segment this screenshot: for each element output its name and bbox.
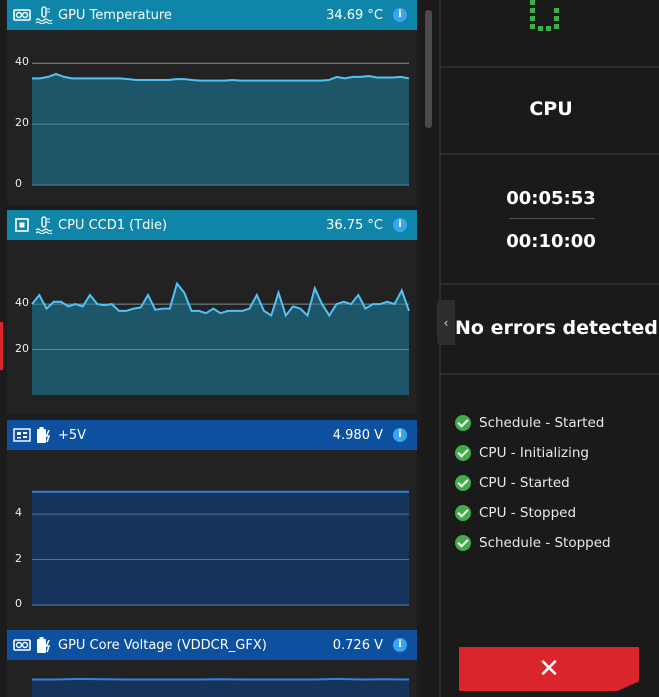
sensor-label: +5V [58, 427, 87, 443]
gpu-icon [13, 9, 31, 21]
time-divider [509, 218, 595, 219]
check-circle-icon [455, 535, 471, 551]
log-text: CPU - Initializing [479, 445, 589, 461]
sensor-header[interactable]: GPU Core Voltage (VDDCR_GFX) 0.726 V i [7, 630, 417, 660]
log-text: Schedule - Stopped [479, 535, 611, 551]
thermometer-icon [35, 216, 53, 234]
sensor-chart: 40 20 0 [7, 30, 417, 205]
series-area [32, 283, 409, 395]
status-panel: CPU 00:05:53 00:10:00 [439, 0, 659, 697]
y-tick-label: 40 [15, 55, 29, 69]
y-tick-label: 2 [15, 551, 22, 565]
info-icon[interactable]: i [393, 428, 407, 442]
battery-bolt-icon [37, 637, 51, 653]
line-chart [32, 490, 409, 606]
check-circle-icon [455, 445, 471, 461]
info-icon[interactable]: i [393, 638, 407, 652]
y-tick-label: 40 [15, 296, 29, 310]
sensor-panel[interactable]: GPU Temperature 34.69 °C i 40 20 0 [7, 0, 417, 205]
sensor-value: 4.980 V [332, 427, 383, 443]
log-entry: CPU - Initializing [455, 438, 611, 468]
line-chart [32, 62, 410, 186]
sensor-value: 34.69 °C [326, 7, 383, 23]
sensor-value: 36.75 °C [326, 217, 383, 233]
sensor-label: GPU Core Voltage (VDDCR_GFX) [58, 637, 267, 653]
series-area [32, 491, 409, 605]
series-area [32, 678, 409, 697]
check-circle-icon [455, 415, 471, 431]
log-entry: CPU - Started [455, 468, 611, 498]
sensor-label: GPU Temperature [58, 7, 172, 23]
log-entry: CPU - Stopped [455, 498, 611, 528]
info-icon[interactable]: i [393, 8, 407, 22]
sensor-header[interactable]: CPU CCD1 (Tdie) 36.75 °C i [7, 210, 417, 240]
line-chart [32, 677, 410, 697]
sensor-list[interactable]: GPU Temperature 34.69 °C i 40 20 0 CPU CCD1 (T… [0, 0, 425, 697]
close-icon: ✕ [538, 654, 560, 684]
stop-button[interactable]: ✕ [459, 647, 639, 691]
sensor-header[interactable]: GPU Temperature 34.69 °C i [7, 0, 417, 30]
y-tick-label: 20 [15, 341, 29, 355]
y-tick-label: 0 [15, 177, 22, 190]
elapsed-time: 00:05:53 [506, 188, 596, 209]
total-time: 00:10:00 [506, 231, 596, 252]
scrollbar-thumb[interactable] [425, 10, 432, 128]
log-text: Schedule - Started [479, 415, 605, 431]
motherboard-icon [13, 428, 31, 442]
battery-bolt-icon [37, 427, 51, 443]
log-text: CPU - Stopped [479, 505, 577, 521]
test-title: CPU [529, 98, 573, 120]
sensor-panel[interactable]: GPU Core Voltage (VDDCR_GFX) 0.726 V i [7, 630, 417, 697]
chevron-left-icon: ‹ [443, 315, 449, 330]
series-line [32, 677, 410, 681]
divider [441, 283, 659, 285]
progress-spinner-icon [530, 0, 559, 31]
sensor-value: 0.726 V [332, 637, 383, 653]
y-tick-label: 4 [15, 506, 22, 520]
thermometer-icon [35, 6, 53, 24]
log-text: CPU - Started [479, 475, 570, 491]
series-area [32, 73, 409, 185]
selection-marker [0, 322, 3, 370]
y-tick-label: 0 [15, 597, 22, 610]
check-circle-icon [455, 505, 471, 521]
check-circle-icon [455, 475, 471, 491]
y-tick-label: 20 [15, 116, 29, 130]
divider [441, 153, 659, 155]
info-icon[interactable]: i [393, 218, 407, 232]
log-entry: Schedule - Stopped [455, 528, 611, 558]
cpu-icon [15, 218, 29, 232]
status-message: No errors detected [455, 317, 658, 339]
collapse-panel-button[interactable]: ‹ [437, 300, 455, 345]
gpu-icon [13, 639, 31, 651]
line-chart [31, 281, 410, 395]
sensor-header[interactable]: +5V 4.980 V i [7, 420, 417, 450]
sensor-chart: 4 2 0 [7, 450, 417, 635]
divider [441, 373, 659, 375]
sensor-panel[interactable]: CPU CCD1 (Tdie) 36.75 °C i 40 20 [7, 210, 417, 415]
event-log: Schedule - Started CPU - Initializing CPU … [455, 408, 611, 558]
log-entry: Schedule - Started [455, 408, 611, 438]
sensor-label: CPU CCD1 (Tdie) [58, 217, 168, 233]
sensor-chart: 40 20 [7, 240, 417, 415]
sensor-chart [7, 660, 417, 697]
sensor-panel[interactable]: +5V 4.980 V i 4 2 0 [7, 420, 417, 635]
divider [441, 66, 659, 68]
